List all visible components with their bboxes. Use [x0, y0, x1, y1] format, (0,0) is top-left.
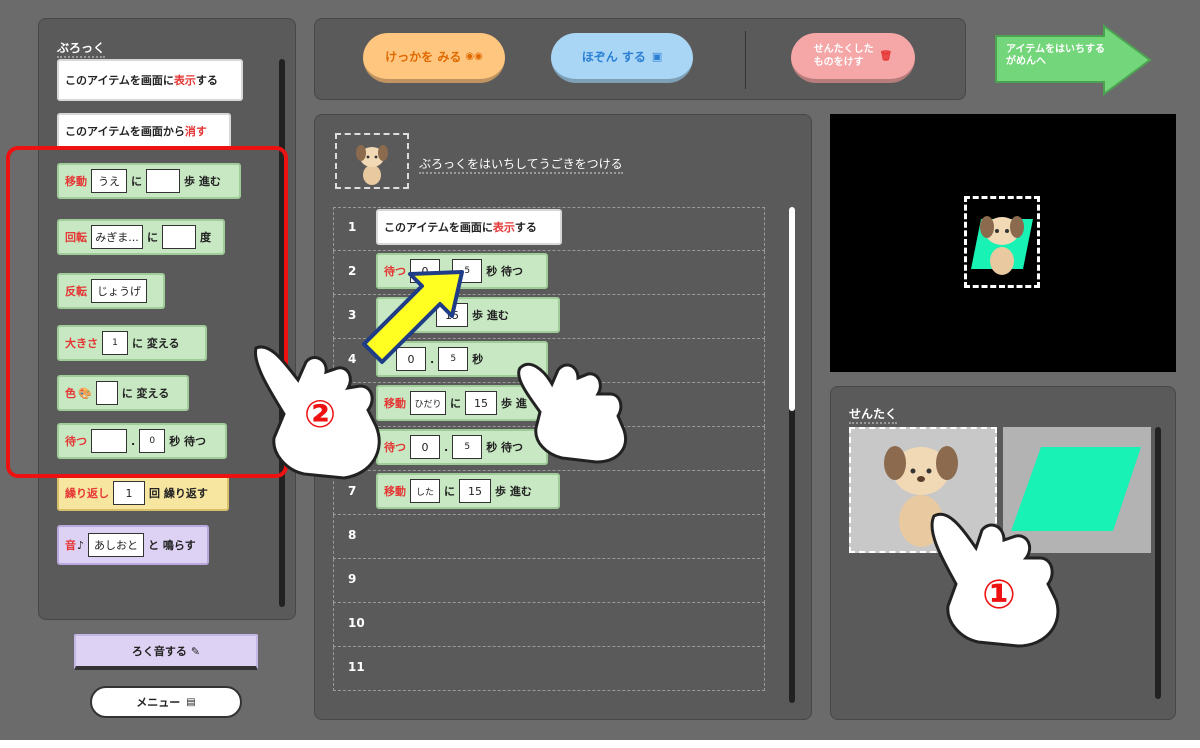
sound-name-input[interactable]: あしおと [88, 533, 145, 557]
script-row[interactable]: 10 [333, 603, 765, 647]
record-button[interactable]: ろく音する ✎ [74, 634, 258, 670]
trash-icon: 🗑 [879, 50, 893, 62]
block-show[interactable]: このアイテムを画面に 表示 する [57, 59, 243, 101]
wait-frac-input[interactable]: 5 [452, 435, 483, 459]
run-button[interactable]: けっかを みる ◉◉ [363, 33, 505, 83]
script-row[interactable]: 11 [333, 647, 765, 691]
hand-badge-1: ① [982, 572, 1016, 618]
pencil-icon: ✎ [190, 644, 201, 658]
script-header: ぶろっくをはいちしてうごきをつける [419, 155, 623, 174]
row-number: 9 [348, 572, 357, 586]
selection-title: せんたく [849, 405, 898, 424]
character-thumbnail [335, 133, 409, 189]
top-toolbar: けっかを みる ◉◉ ほぞん する ▣ せんたくした ものをけす 🗑 [314, 18, 966, 100]
script-block-move[interactable]: 移動 したに 15 歩 進む [376, 473, 560, 509]
music-note-icon: ♪ [77, 538, 85, 552]
dog-sprite-icon [971, 216, 1033, 275]
script-block-show[interactable]: このアイテムを画面に 表示 する [376, 209, 562, 245]
script-row[interactable]: 7 移動 したに 15 歩 進む [333, 471, 765, 515]
preview-stage [830, 114, 1176, 372]
floppy-icon: ▣ [651, 49, 663, 63]
move-steps-input[interactable]: 15 [459, 479, 491, 503]
menu-icon: ▤ [186, 696, 196, 708]
move-direction-input[interactable]: ひだり [410, 391, 446, 415]
row-number: 7 [348, 484, 357, 498]
hand-pointer-icon-3 [517, 362, 627, 464]
toolbar-divider [745, 31, 746, 89]
next-screen-button[interactable]: アイテムをはいちする がめんへ [994, 24, 1154, 96]
move-direction-input[interactable]: した [410, 479, 440, 503]
wait-int-input[interactable]: 0 [410, 435, 440, 459]
hand-badge-2: ② [304, 392, 337, 436]
dog-thumbnail-icon [356, 145, 388, 185]
row-number: 10 [348, 616, 365, 630]
app-window: ぶろっく このアイテムを画面に 表示 する このアイテムを画面から 消す 移動 うえ … [0, 0, 1200, 740]
row-number: 8 [348, 528, 357, 542]
repeat-count-input[interactable]: 1 [113, 481, 145, 505]
row-number: 1 [348, 220, 357, 234]
selected-sprite[interactable] [964, 196, 1040, 288]
eyes-icon: ◉◉ [465, 50, 483, 62]
block-sound[interactable]: 音 ♪ あしおと と 鳴らす [57, 525, 209, 565]
script-row[interactable]: 8 [333, 515, 765, 559]
script-row[interactable]: 9 [333, 559, 765, 603]
block-repeat[interactable]: 繰り返し 1 回 繰り返す [57, 475, 229, 511]
selection-scrollbar[interactable] [1155, 427, 1161, 699]
block-hide[interactable]: このアイテムを画面から 消す [57, 113, 231, 149]
move-steps-input[interactable]: 15 [465, 391, 497, 415]
delete-selected-button[interactable]: せんたくした ものをけす 🗑 [791, 33, 915, 83]
script-scrollbar[interactable] [789, 207, 795, 703]
script-row[interactable]: 1 このアイテムを画面に 表示 する [333, 207, 765, 251]
row-number: 11 [348, 660, 365, 674]
palette-title: ぶろっく [57, 39, 106, 58]
save-button[interactable]: ほぞん する ▣ [551, 33, 693, 83]
menu-button[interactable]: メニュー ▤ [90, 686, 242, 718]
